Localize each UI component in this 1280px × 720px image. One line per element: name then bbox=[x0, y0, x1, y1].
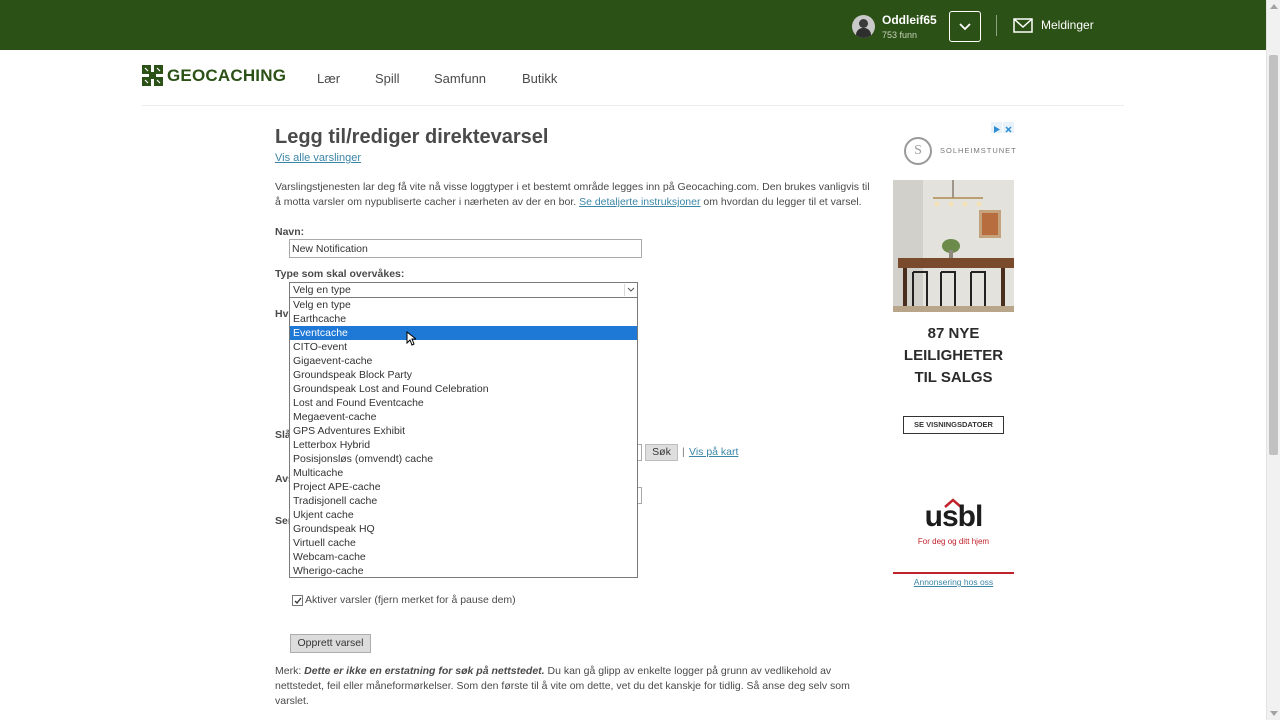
ad-headline[interactable]: 87 NYE LEILIGHETER TIL SALGS bbox=[893, 323, 1014, 389]
nav-item-spill[interactable]: Spill bbox=[375, 71, 400, 86]
type-option[interactable]: Project APE-cache bbox=[290, 480, 637, 494]
type-option[interactable]: Eventcache bbox=[290, 326, 637, 340]
note-text: Merk: Dette er ikke en erstatning for sø… bbox=[275, 664, 875, 709]
type-dropdown-list[interactable]: Velg en type Earthcache Eventcache CITO-eve… bbox=[289, 297, 638, 578]
ad-brand-name[interactable]: SOLHEIMSTUNET bbox=[940, 146, 1017, 155]
ad-divider bbox=[893, 572, 1014, 574]
messages-link[interactable]: Meldinger bbox=[1041, 18, 1094, 32]
finds-count: 753 funn bbox=[882, 30, 918, 40]
page-title: Legg til/rediger direktevarsel bbox=[275, 126, 549, 148]
activate-label[interactable]: Aktiver varsler (fjern merket for å paus… bbox=[305, 594, 516, 606]
page-scrollbar[interactable] bbox=[1266, 0, 1280, 720]
close-icon[interactable] bbox=[1003, 124, 1014, 135]
search-button[interactable]: Søk bbox=[645, 444, 678, 461]
type-option[interactable]: Gigaevent-cache bbox=[290, 354, 637, 368]
type-select-value: Velg en type bbox=[293, 284, 351, 296]
header-divider bbox=[996, 15, 997, 36]
mail-icon[interactable] bbox=[1013, 18, 1033, 33]
checkmark-icon bbox=[294, 597, 302, 604]
dining-room-image bbox=[893, 180, 1014, 312]
scroll-down-arrow-icon[interactable] bbox=[1270, 711, 1278, 716]
name-label: Navn: bbox=[275, 226, 305, 238]
name-input[interactable] bbox=[289, 239, 642, 258]
type-option[interactable]: CITO-event bbox=[290, 340, 637, 354]
solheimstunet-logo[interactable]: S bbox=[904, 137, 932, 165]
ad-image[interactable] bbox=[893, 180, 1014, 312]
chevron-down-icon bbox=[627, 287, 635, 292]
type-select[interactable]: Velg en type bbox=[289, 282, 638, 298]
type-option[interactable]: Webcam-cache bbox=[290, 550, 637, 564]
nav-item-samfunn[interactable]: Samfunn bbox=[434, 71, 486, 86]
type-label: Type som skal overvåkes: bbox=[275, 268, 405, 280]
type-option[interactable]: Wherigo-cache bbox=[290, 564, 637, 578]
type-option[interactable]: Ukjent cache bbox=[290, 508, 637, 522]
type-option[interactable]: Multicache bbox=[290, 466, 637, 480]
type-option[interactable]: GPS Adventures Exhibit bbox=[290, 424, 637, 438]
type-option[interactable]: Posisjonsløs (omvendt) cache bbox=[290, 452, 637, 466]
type-option[interactable]: Groundspeak Lost and Found Celebration bbox=[290, 382, 637, 396]
username[interactable]: Oddleif65 bbox=[882, 13, 937, 27]
type-option[interactable]: Megaevent-cache bbox=[290, 410, 637, 424]
usbl-tagline: For deg og ditt hjem bbox=[917, 537, 990, 546]
chevron-down-icon bbox=[959, 23, 971, 31]
ad-cta-button[interactable]: SE VISNINGSDATOER bbox=[903, 416, 1004, 434]
advertise-link[interactable]: Annonsering hos oss bbox=[893, 577, 1014, 587]
mouse-cursor-icon bbox=[406, 331, 416, 346]
nav-item-laer[interactable]: Lær bbox=[317, 71, 340, 86]
type-option[interactable]: Virtuell cache bbox=[290, 536, 637, 550]
type-option[interactable]: Lost and Found Eventcache bbox=[290, 396, 637, 410]
intro-text: Varslingstjenesten lar deg få vite nå vi… bbox=[275, 180, 875, 210]
intro-tail: om hvordan du legger til et varsel. bbox=[700, 196, 862, 208]
adchoices-badge[interactable] bbox=[991, 122, 1014, 133]
scrollbar-thumb[interactable] bbox=[1269, 55, 1278, 455]
type-option[interactable]: Groundspeak HQ bbox=[290, 522, 637, 536]
top-bar: Oddleif65 753 funn Meldinger bbox=[0, 0, 1266, 50]
user-menu-button[interactable] bbox=[949, 11, 981, 42]
create-notification-button[interactable]: Opprett varsel bbox=[290, 634, 371, 653]
type-option[interactable]: Letterbox Hybrid bbox=[290, 438, 637, 452]
note-emphasis: Dette er ikke en erstatning for søk på n… bbox=[304, 665, 545, 677]
note-prefix: Merk: bbox=[275, 665, 305, 677]
avatar[interactable] bbox=[852, 15, 875, 38]
nav-item-butikk[interactable]: Butikk bbox=[522, 71, 557, 86]
type-option[interactable]: Tradisjonell cache bbox=[290, 494, 637, 508]
scroll-up-arrow-icon[interactable] bbox=[1270, 4, 1278, 9]
nav-divider bbox=[142, 105, 1124, 106]
type-option[interactable]: Groundspeak Block Party bbox=[290, 368, 637, 382]
instructions-link[interactable]: Se detaljerte instruksjoner bbox=[579, 196, 700, 208]
activate-checkbox[interactable] bbox=[292, 595, 303, 606]
geocaching-logo-icon bbox=[142, 65, 163, 86]
link-separator: | bbox=[682, 446, 685, 458]
type-option[interactable]: Velg en type bbox=[290, 298, 637, 312]
view-on-map-link[interactable]: Vis på kart bbox=[689, 446, 738, 458]
usbl-logo[interactable]: usbl bbox=[893, 500, 1014, 534]
select-arrow[interactable] bbox=[624, 284, 636, 296]
type-option[interactable]: Earthcache bbox=[290, 312, 637, 326]
logo-text: GEOCACHING bbox=[167, 66, 287, 85]
view-all-notifications-link[interactable]: Vis alle varslinger bbox=[275, 152, 361, 164]
info-icon bbox=[994, 126, 1000, 133]
